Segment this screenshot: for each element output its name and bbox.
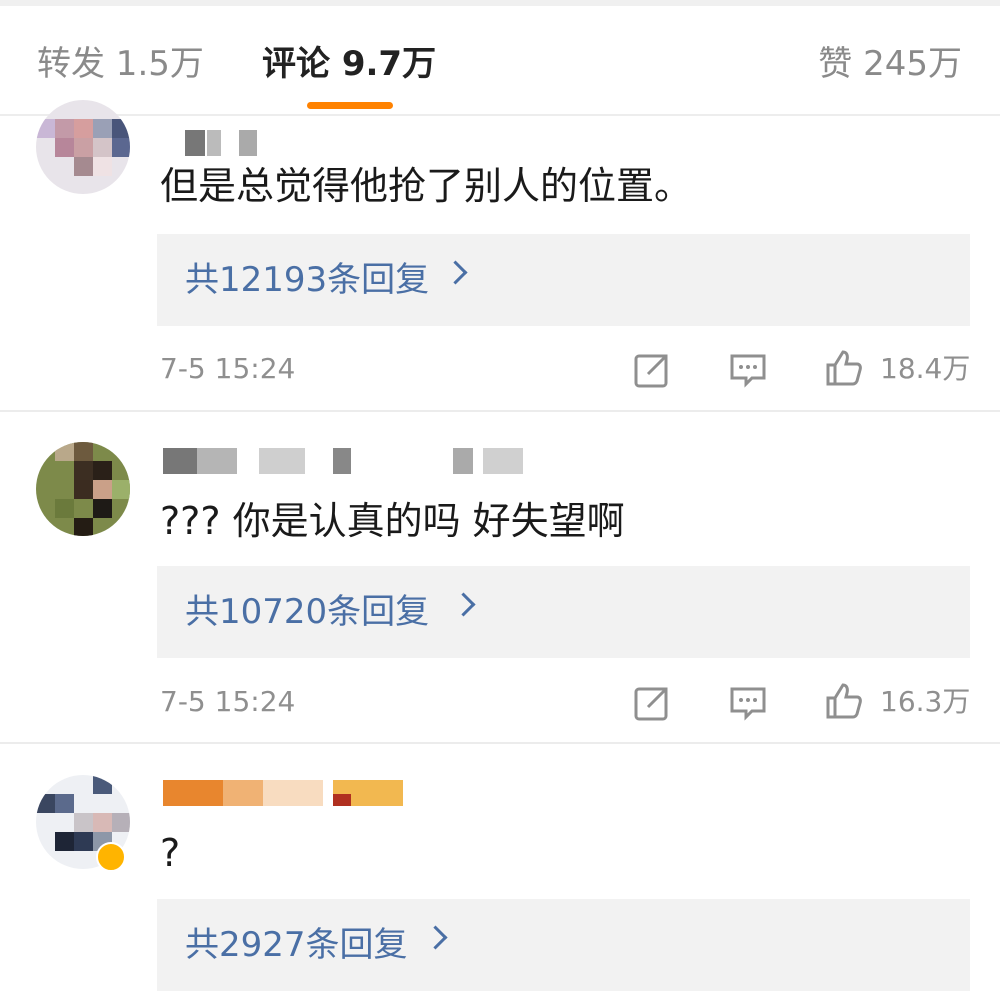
- chevron-right-icon: [443, 260, 468, 285]
- like-count: 16.3万: [880, 685, 971, 718]
- reply-count-label: 共2927条回复: [185, 925, 408, 965]
- divider: [0, 742, 1000, 744]
- tab-likes[interactable]: 赞 245万: [818, 44, 962, 84]
- reply-count-link[interactable]: 共12193条回复: [157, 234, 970, 326]
- tab-comments[interactable]: 评论 9.7万: [262, 44, 436, 84]
- thumbs-up-icon[interactable]: [824, 348, 864, 388]
- avatar[interactable]: [36, 442, 130, 536]
- verified-badge-icon: [96, 842, 126, 872]
- active-tab-indicator: [307, 102, 393, 109]
- comment-icon[interactable]: [728, 350, 768, 390]
- comment-text: 但是总觉得他抢了别人的位置。: [160, 164, 693, 208]
- comment-icon[interactable]: [728, 683, 768, 723]
- comment-timestamp: 7-5 15:24: [160, 685, 296, 718]
- username-blurred[interactable]: [163, 780, 413, 806]
- comment-text: ??? 你是认真的吗 好失望啊: [160, 499, 625, 543]
- divider: [0, 410, 1000, 412]
- share-icon[interactable]: [632, 683, 672, 723]
- reply-count-link[interactable]: 共2927条回复: [157, 899, 970, 991]
- tab-bar: 转发 1.5万 评论 9.7万 赞 245万: [0, 6, 1000, 116]
- thumbs-up-icon[interactable]: [824, 681, 864, 721]
- chevron-right-icon: [451, 592, 476, 617]
- like-count: 18.4万: [880, 352, 971, 385]
- username-blurred[interactable]: [163, 130, 273, 156]
- username-blurred[interactable]: [163, 448, 543, 474]
- share-icon[interactable]: [632, 350, 672, 390]
- reply-count-label: 共10720条回复: [185, 592, 430, 632]
- avatar[interactable]: [36, 100, 130, 194]
- comment-text: ?: [160, 831, 181, 875]
- reply-count-link[interactable]: 共10720条回复: [157, 566, 970, 658]
- comment-timestamp: 7-5 15:24: [160, 352, 296, 385]
- chevron-right-icon: [423, 925, 448, 950]
- tab-repost[interactable]: 转发 1.5万: [37, 44, 204, 84]
- reply-count-label: 共12193条回复: [185, 260, 430, 300]
